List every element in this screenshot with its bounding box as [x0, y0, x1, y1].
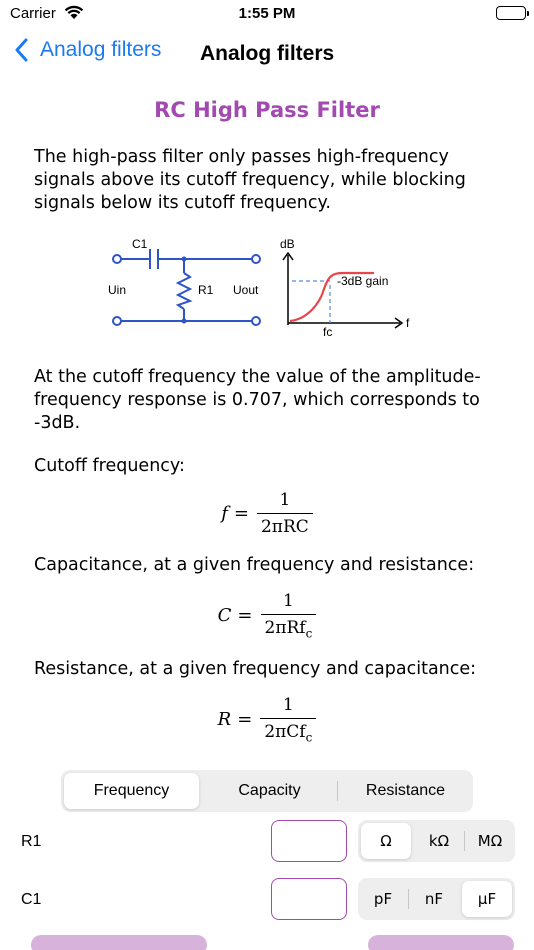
formula-lhs: R [217, 709, 232, 731]
r1-label: R1 [198, 283, 214, 297]
formula-denominator: 2πCf [264, 722, 306, 742]
navigation-bar: Analog filters Analog filters [0, 36, 534, 76]
battery-icon [496, 6, 529, 20]
uout-label: Uout [233, 283, 259, 297]
resistance-formula: R = 1 2πCfc [0, 695, 534, 744]
intro-text: The high-pass filter only passes high-fr… [34, 147, 466, 213]
formula-lhs: f [221, 503, 228, 524]
resistance-label: Resistance, at a given frequency and cap… [34, 659, 477, 679]
unit-nanofarad[interactable]: nF [409, 881, 459, 917]
cutoff-note: At the cutoff frequency the value of the… [34, 367, 481, 433]
status-bar: Carrier 1:55 PM [0, 0, 534, 30]
c1-row-label: C1 [21, 891, 42, 908]
formula-denominator: 2πRC [256, 513, 313, 537]
formula-numerator: 1 [282, 695, 294, 715]
f-axis-label: f [406, 316, 410, 330]
segment-frequency[interactable]: Frequency [64, 773, 199, 809]
unit-microfarad[interactable]: µF [462, 881, 512, 917]
formula-subscript: c [305, 730, 313, 745]
fc-label: fc [323, 325, 332, 339]
c1-input[interactable] [271, 878, 347, 920]
clock: 1:55 PM [238, 5, 296, 22]
db-label: dB [280, 237, 295, 251]
segment-resistance[interactable]: Resistance [338, 773, 473, 809]
formula-numerator: 1 [279, 490, 291, 510]
back-button[interactable]: Analog filters [14, 38, 161, 62]
unit-megohm[interactable]: MΩ [465, 823, 515, 859]
formula-denominator: 2πRf [264, 618, 306, 638]
c1-label: C1 [132, 237, 148, 251]
chevron-left-icon [15, 38, 28, 62]
formula-numerator: 1 [283, 591, 294, 611]
calculation-mode-control: Frequency Capacity Resistance [61, 770, 473, 812]
unit-kilohm[interactable]: kΩ [414, 823, 464, 859]
page-title: Analog filters [200, 42, 335, 65]
bottom-button-right[interactable] [368, 935, 514, 950]
unit-picofarad[interactable]: pF [358, 881, 408, 917]
uin-label: Uin [108, 283, 126, 297]
gain-label: -3dB gain [337, 274, 388, 288]
r1-unit-selector: Ω kΩ MΩ [358, 820, 515, 862]
formula-subscript: c [305, 626, 313, 641]
segment-capacity[interactable]: Capacity [202, 773, 337, 809]
cutoff-frequency-formula: f = 1 2πRC [0, 490, 534, 537]
capacitance-formula: C = 1 2πRfc [0, 591, 534, 640]
filter-diagram: C1 R1 Uin Uout dB -3dB gain fc f [108, 237, 410, 339]
unit-ohm[interactable]: Ω [361, 823, 411, 859]
bottom-button-left[interactable] [31, 935, 207, 950]
formula-lhs: C [217, 605, 232, 627]
filter-heading: RC High Pass Filter [154, 98, 380, 122]
back-button-label: Analog filters [40, 38, 162, 61]
cutoff-frequency-label: Cutoff frequency: [34, 456, 185, 476]
r1-row-label: R1 [21, 833, 42, 850]
capacitance-label: Capacitance, at a given frequency and re… [34, 555, 475, 575]
c1-unit-selector: pF nF µF [358, 878, 515, 920]
r1-input[interactable] [271, 820, 347, 862]
